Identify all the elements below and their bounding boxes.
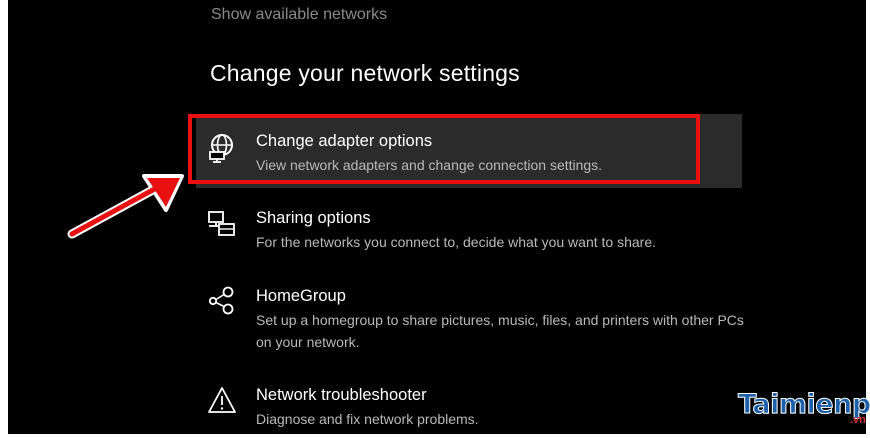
homegroup-icon <box>208 286 234 315</box>
sharing-icon <box>208 211 235 236</box>
show-available-networks-link[interactable]: Show available networks <box>211 6 387 24</box>
image-border-bottom <box>0 434 870 438</box>
homegroup-item[interactable]: HomeGroup Set up a homegroup to share pi… <box>196 273 744 357</box>
option-title: Sharing options <box>256 209 371 227</box>
option-description: Set up a homegroup to share pictures, mu… <box>256 312 744 350</box>
callout-highlight-box <box>188 114 700 184</box>
option-description: For the networks you connect to, decide … <box>256 234 656 250</box>
sharing-options-item[interactable]: Sharing options For the networks you con… <box>196 195 742 261</box>
network-troubleshooter-item[interactable]: Network troubleshooter Diagnose and fix … <box>196 372 742 434</box>
option-description: Diagnose and fix network problems. <box>256 411 479 427</box>
callout-arrow-icon <box>67 174 184 239</box>
watermark-suffix: .vn <box>850 414 866 426</box>
section-title: Change your network settings <box>210 60 520 86</box>
warning-icon <box>208 387 236 413</box>
option-title: HomeGroup <box>256 287 346 305</box>
option-title: Network troubleshooter <box>256 386 427 404</box>
image-border-left <box>0 0 8 438</box>
image-border-right <box>866 0 870 438</box>
